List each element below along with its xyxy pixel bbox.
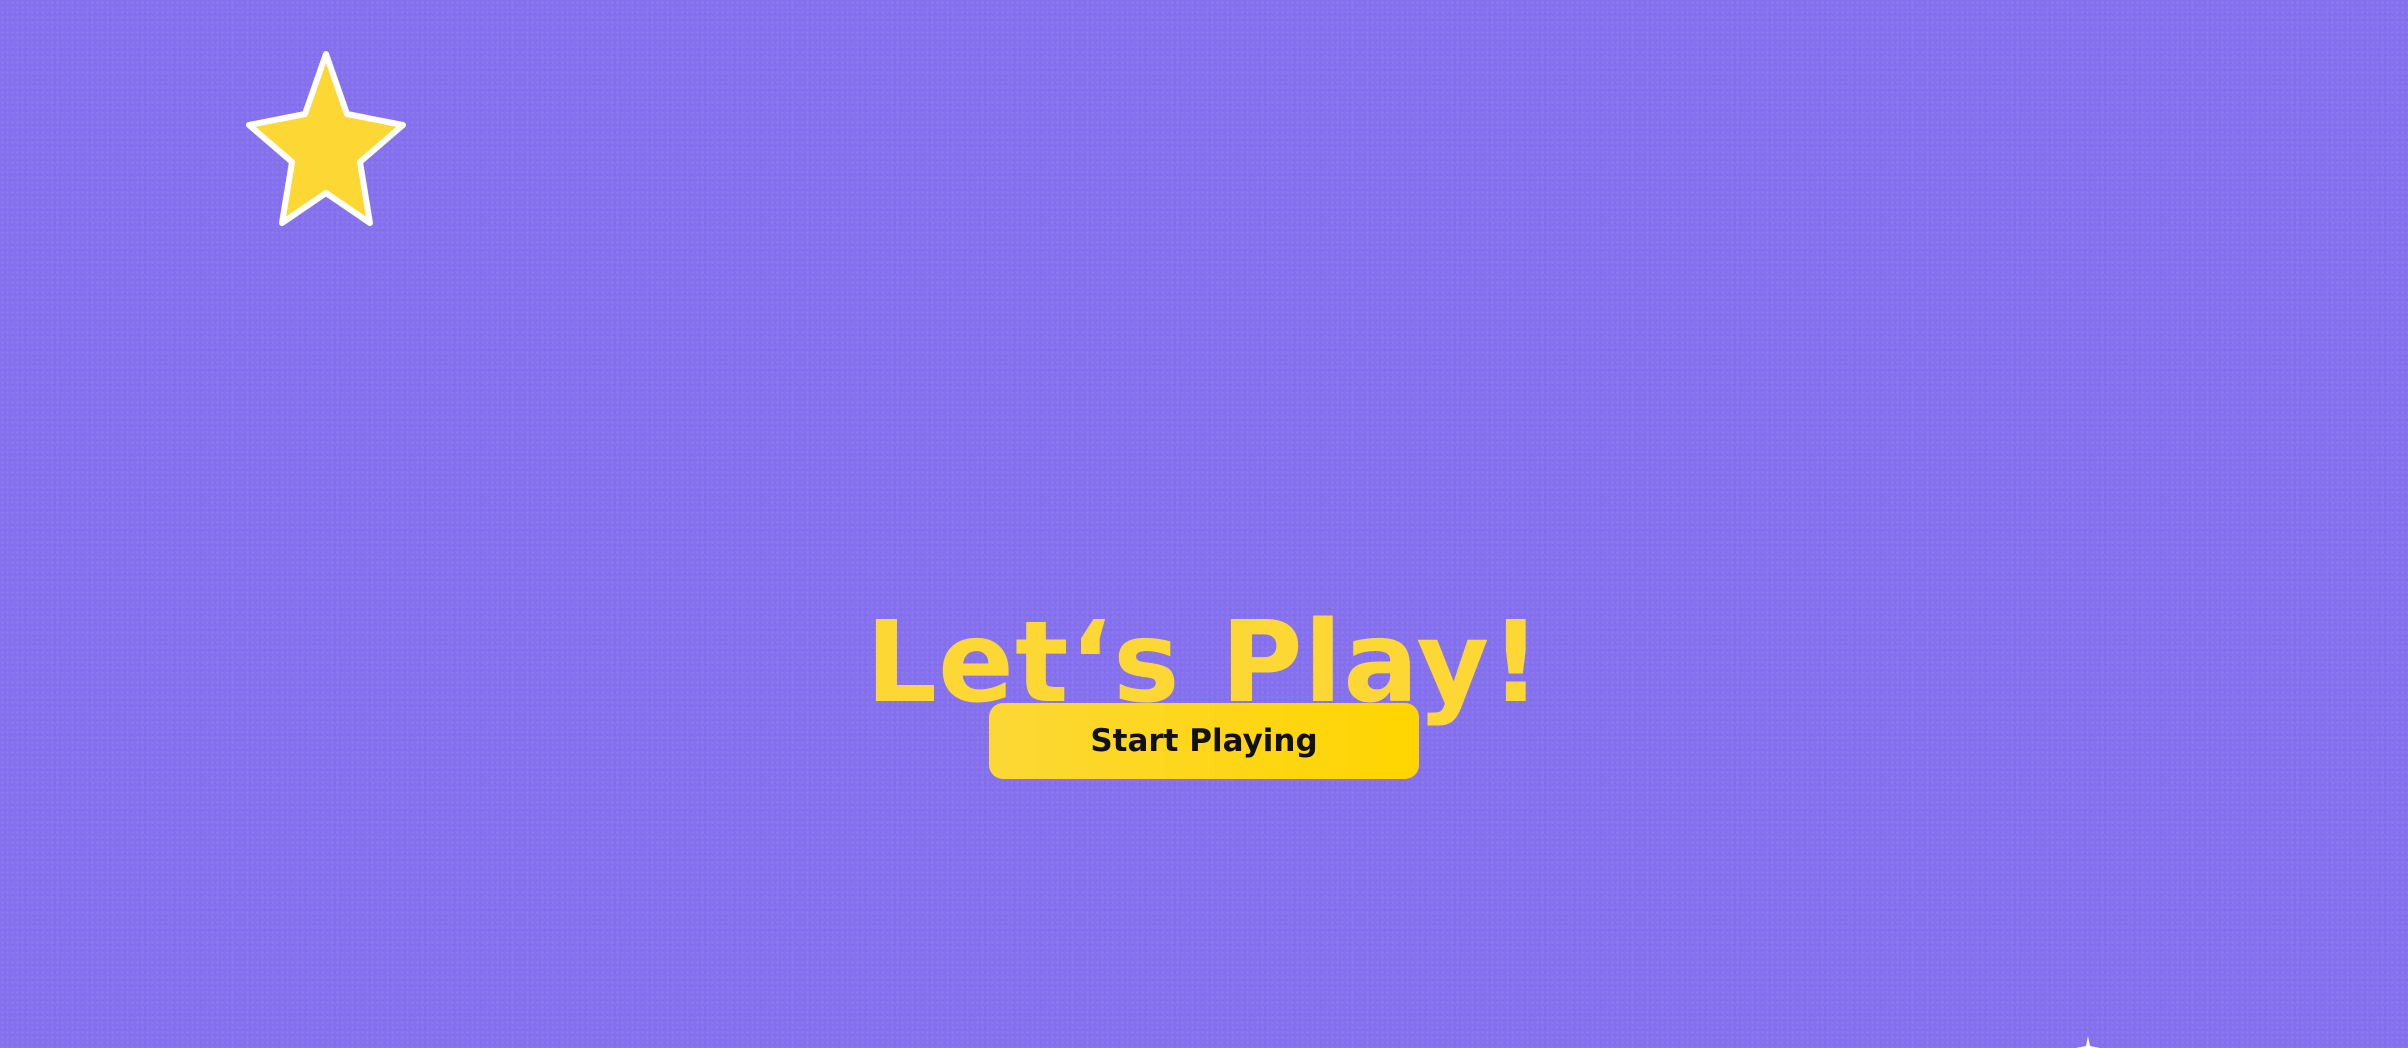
star-icon <box>246 48 406 230</box>
start-playing-button[interactable]: Start Playing <box>989 703 1419 779</box>
sparkle-icon <box>2076 1036 2100 1048</box>
start-screen: Let‘s Play! Start Playing <box>0 0 2408 1048</box>
